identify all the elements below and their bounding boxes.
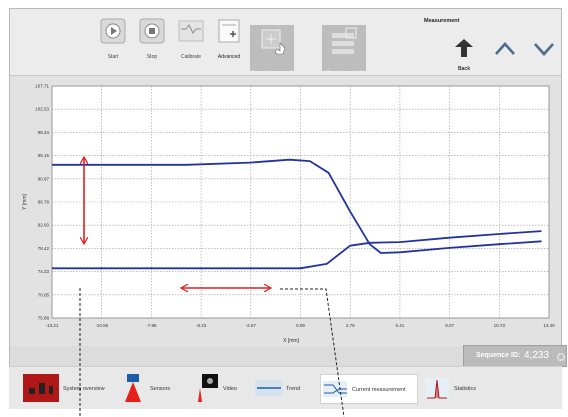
nav-label: Video (223, 386, 237, 392)
hand-cursor-icon (261, 29, 286, 55)
back-button[interactable]: Back (449, 37, 479, 72)
chevron-up-icon (495, 42, 515, 55)
chevron-down-icon (534, 43, 554, 56)
x-tick-label: 13.40 (543, 323, 555, 328)
scroll-down-button[interactable] (532, 37, 556, 61)
y-tick-label: 74.23 (38, 269, 50, 274)
x-tick-label: -10.55 (95, 323, 108, 328)
start-label: Start (107, 54, 119, 60)
back-arrow-icon (455, 39, 473, 57)
system-overview-icon (23, 374, 59, 402)
statistics-icon (423, 374, 451, 402)
play-icon (99, 17, 127, 45)
nav-statistics[interactable]: Statistics (423, 374, 483, 402)
add-document-icon (215, 17, 243, 45)
nav-video[interactable]: Video (192, 374, 252, 402)
nav-label: Statistics (454, 386, 477, 392)
advanced-label: Advanced (217, 54, 241, 60)
remote-control-icon (332, 27, 357, 54)
stop-label: Stop (146, 54, 158, 60)
x-tick-label: -13.21 (46, 323, 59, 328)
calibrate-label: Calibrate (180, 54, 201, 60)
plot-area: 107.71 102.53 98.34 95.15 90.97 86.78 82.60 78.… (10, 76, 561, 346)
y-tick-label: 78.42 (38, 246, 50, 251)
stop-button[interactable]: Stop (132, 17, 172, 73)
y-tick-label: 102.53 (35, 107, 49, 112)
y-tick-label: 107.71 (35, 84, 49, 89)
y-tick-label: 90.97 (38, 176, 50, 181)
x-tick-label: 10.73 (494, 323, 506, 328)
calibrate-icon (177, 17, 205, 45)
calibrate-button[interactable]: Calibrate (171, 17, 211, 73)
x-tick-label: 5.41 (396, 323, 405, 328)
y-tick-label: 98.34 (38, 130, 50, 135)
x-tick-label: -2.57 (246, 323, 257, 328)
nav-trend[interactable]: Trend (255, 374, 315, 402)
sequence-id-box: Sequence ID: 4,233 (463, 345, 567, 367)
bottom-nav: System overview Sensors Video Trend Curr… (9, 366, 562, 409)
y-tick-label: 95.15 (38, 153, 50, 158)
y-tick-label: 75.88 (38, 316, 50, 321)
manual-modes-button[interactable]: Manual meas. modes (250, 25, 298, 76)
x-tick-label: 2.75 (346, 323, 355, 328)
remote-control-button[interactable]: Remote control (322, 25, 366, 76)
nav-label: System overview (63, 386, 105, 392)
nav-sensors[interactable]: Sensors (119, 374, 191, 402)
scroll-up-button[interactable] (493, 37, 517, 61)
x-tick-label: 0.09 (296, 323, 305, 328)
x-tick-label: -7.88 (146, 323, 157, 328)
current-measurement-icon (321, 375, 349, 403)
y-tick-label: 82.60 (38, 223, 50, 228)
nav-label: Trend (286, 386, 301, 392)
toolbar: Start Stop Calibrate Advanced Manual mea… (10, 9, 561, 76)
nav-label: Sensors (150, 386, 171, 392)
x-tick-label: -5.23 (196, 323, 207, 328)
nav-system-overview[interactable]: System overview (23, 374, 111, 402)
y-axis-label: Y [mm] (22, 194, 28, 210)
profile-chart: 107.71 102.53 98.34 95.15 90.97 86.78 82.60 78.… (22, 84, 556, 345)
trend-icon (255, 374, 283, 402)
stop-icon (138, 17, 166, 45)
x-tick-labels: -13.21 -10.55 -7.88 -5.23 -2.57 0.09 2.75 5.41 8… (46, 323, 556, 328)
sequence-id-label: Sequence ID: (476, 352, 521, 359)
x-tick-label: 8.07 (445, 323, 454, 328)
measurement-title: Measurement (424, 18, 460, 24)
y-tick-labels: 107.71 102.53 98.34 95.15 90.97 86.78 82.60 78.… (35, 84, 49, 321)
start-button[interactable]: Start (93, 17, 133, 73)
sensor-icon (119, 374, 147, 402)
nav-current-measurement[interactable]: Current measurement (320, 374, 418, 404)
nav-label: Current measurement (352, 387, 406, 393)
plot-background (51, 85, 550, 319)
sequence-id-value: 4,233 (524, 350, 550, 361)
y-tick-label: 70.05 (38, 292, 50, 297)
video-icon (192, 374, 220, 402)
y-tick-label: 86.78 (38, 200, 50, 205)
back-label: Back (458, 66, 470, 72)
settings-gear-icon[interactable] (556, 352, 566, 362)
x-axis-label: X [mm] (283, 338, 299, 344)
advanced-button[interactable]: Advanced (209, 17, 249, 73)
